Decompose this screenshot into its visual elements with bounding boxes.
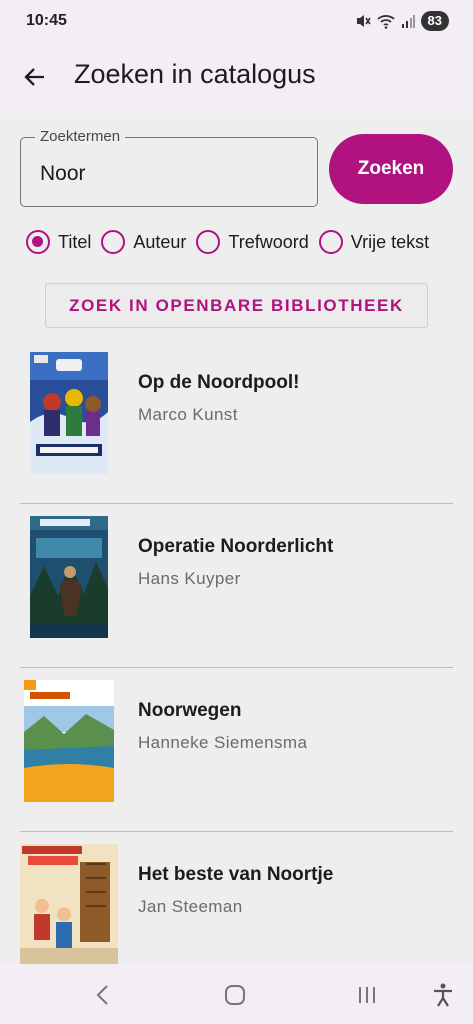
search-public-library-button[interactable]: ZOEK IN OPENBARE BIBLIOTHEEK <box>45 283 428 328</box>
radio-label: Vrije tekst <box>350 231 430 252</box>
book-author: Hans Kuyper <box>138 569 241 588</box>
book-title: Noorwegen <box>138 700 242 721</box>
book-title: Het beste van Noortje <box>138 864 334 885</box>
search-input-label: Zoektermen <box>35 128 126 145</box>
list-item[interactable]: Operatie Noorderlicht Hans Kuyper <box>20 504 453 668</box>
results-list: Op de Noordpool! Marco Kunst Operatie No… <box>20 340 453 996</box>
nav-home-button[interactable] <box>222 982 248 1008</box>
search-type-radio-group: Titel Auteur Trefwoord Vrije tekst <box>26 228 429 256</box>
search-input-value: Noor <box>40 162 86 185</box>
radio-unchecked-icon <box>101 230 126 254</box>
recents-icon <box>359 987 375 1003</box>
nav-recents-button[interactable] <box>354 982 380 1008</box>
chevron-left-icon <box>96 985 108 1005</box>
radio-titel[interactable]: Titel <box>26 230 91 254</box>
signal-icon <box>401 15 415 28</box>
book-title: Operatie Noorderlicht <box>138 536 334 557</box>
book-author: Jan Steeman <box>138 897 243 916</box>
mute-icon <box>356 15 371 27</box>
accessibility-button[interactable] <box>430 982 456 1008</box>
list-item[interactable]: Noorwegen Hanneke Siemensma <box>20 668 453 832</box>
radio-label: Trefwoord <box>228 231 309 252</box>
book-cover <box>20 844 118 966</box>
radio-label: Titel <box>58 231 92 252</box>
book-cover <box>24 680 114 802</box>
wifi-icon <box>376 15 395 29</box>
status-icons: 83 <box>355 11 449 31</box>
system-nav-bar <box>0 964 473 1024</box>
radio-label: Auteur <box>133 231 187 252</box>
nav-back-button[interactable] <box>90 982 116 1008</box>
search-button[interactable]: Zoeken <box>329 134 453 204</box>
radio-checked-icon <box>26 230 50 254</box>
arrow-left-icon <box>24 68 44 86</box>
accessibility-icon <box>434 983 452 1007</box>
book-author: Hanneke Siemensma <box>138 733 308 752</box>
book-title: Op de Noordpool! <box>138 372 300 393</box>
status-time: 10:45 <box>26 12 67 29</box>
radio-trefwoord[interactable]: Trefwoord <box>196 230 309 254</box>
home-icon <box>225 985 245 1005</box>
back-button[interactable] <box>14 56 56 98</box>
radio-vrije-tekst[interactable]: Vrije tekst <box>318 230 430 254</box>
search-input[interactable]: Zoektermen Noor <box>20 128 318 207</box>
app-bar: Zoeken in catalogus <box>0 40 473 114</box>
list-item[interactable]: Op de Noordpool! Marco Kunst <box>20 340 453 504</box>
radio-unchecked-icon <box>196 230 221 254</box>
battery-indicator: 83 <box>420 11 449 31</box>
book-cover <box>30 516 108 638</box>
book-cover <box>30 352 108 474</box>
radio-auteur[interactable]: Auteur <box>101 230 186 254</box>
page-title: Zoeken in catalogus <box>74 59 316 89</box>
radio-unchecked-icon <box>318 230 343 254</box>
book-author: Marco Kunst <box>138 405 238 424</box>
status-bar: 10:45 83 <box>0 0 473 40</box>
